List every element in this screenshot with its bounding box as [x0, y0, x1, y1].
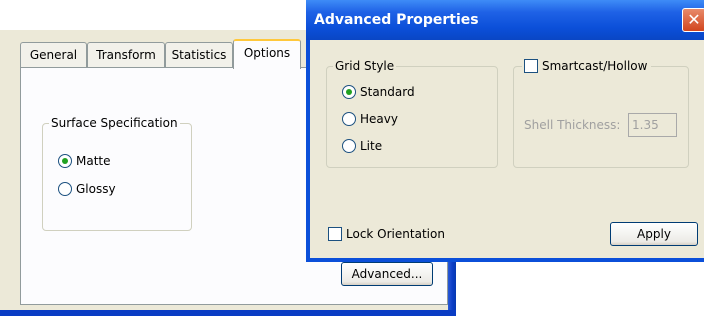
- dialog-titlebar[interactable]: Advanced Properties: [306, 0, 704, 40]
- radio-button[interactable]: [342, 85, 356, 99]
- advanced-button[interactable]: Advanced...: [341, 262, 433, 286]
- group-title: Surface Specification: [49, 116, 180, 130]
- tab-statistics[interactable]: Statistics: [165, 42, 233, 67]
- advanced-properties-dialog: Advanced Properties ✕ Grid Style Standar…: [306, 0, 704, 262]
- dialog-border-bottom: [306, 258, 704, 262]
- smartcast-checkbox[interactable]: [524, 59, 538, 73]
- window-border-bottom: [0, 310, 456, 316]
- tab-transform[interactable]: Transform: [87, 42, 165, 67]
- radio-label: Lite: [360, 139, 383, 153]
- smartcast-checkbox-row[interactable]: Smartcast/Hollow Smartcast/Hollow: [522, 58, 652, 74]
- close-icon[interactable]: ✕: [682, 8, 704, 32]
- shell-thickness-input[interactable]: 1.35: [628, 113, 677, 137]
- tab-general[interactable]: General: [20, 42, 87, 67]
- smartcast-label: Smartcast/Hollow: [542, 59, 648, 73]
- lock-orientation-checkbox[interactable]: [328, 227, 342, 241]
- smartcast-group: Smartcast/Hollow Smartcast/Hollow Shell …: [513, 58, 689, 168]
- radio-button[interactable]: [58, 154, 72, 168]
- shell-thickness-label: Shell Thickness:: [524, 118, 621, 132]
- radio-label: Standard: [360, 85, 415, 99]
- radio-label: Glossy: [76, 182, 116, 196]
- lock-orientation-label: Lock Orientation: [346, 227, 445, 241]
- radio-label: Matte: [76, 154, 111, 168]
- radio-button[interactable]: [342, 112, 356, 126]
- grid-style-group: Grid Style Standard Heavy Lite: [326, 59, 498, 168]
- group-title: Grid Style: [333, 59, 397, 73]
- radio-button[interactable]: [342, 139, 356, 153]
- dialog-client: Grid Style Standard Heavy Lite Smartcast…: [310, 40, 704, 258]
- radio-label: Heavy: [360, 112, 398, 126]
- tab-options[interactable]: Options: [233, 39, 301, 69]
- surface-specification-group: Surface Specification Matte Glossy: [42, 116, 192, 231]
- dialog-title: Advanced Properties: [314, 12, 479, 28]
- apply-button[interactable]: Apply: [610, 222, 698, 246]
- radio-button[interactable]: [58, 182, 72, 196]
